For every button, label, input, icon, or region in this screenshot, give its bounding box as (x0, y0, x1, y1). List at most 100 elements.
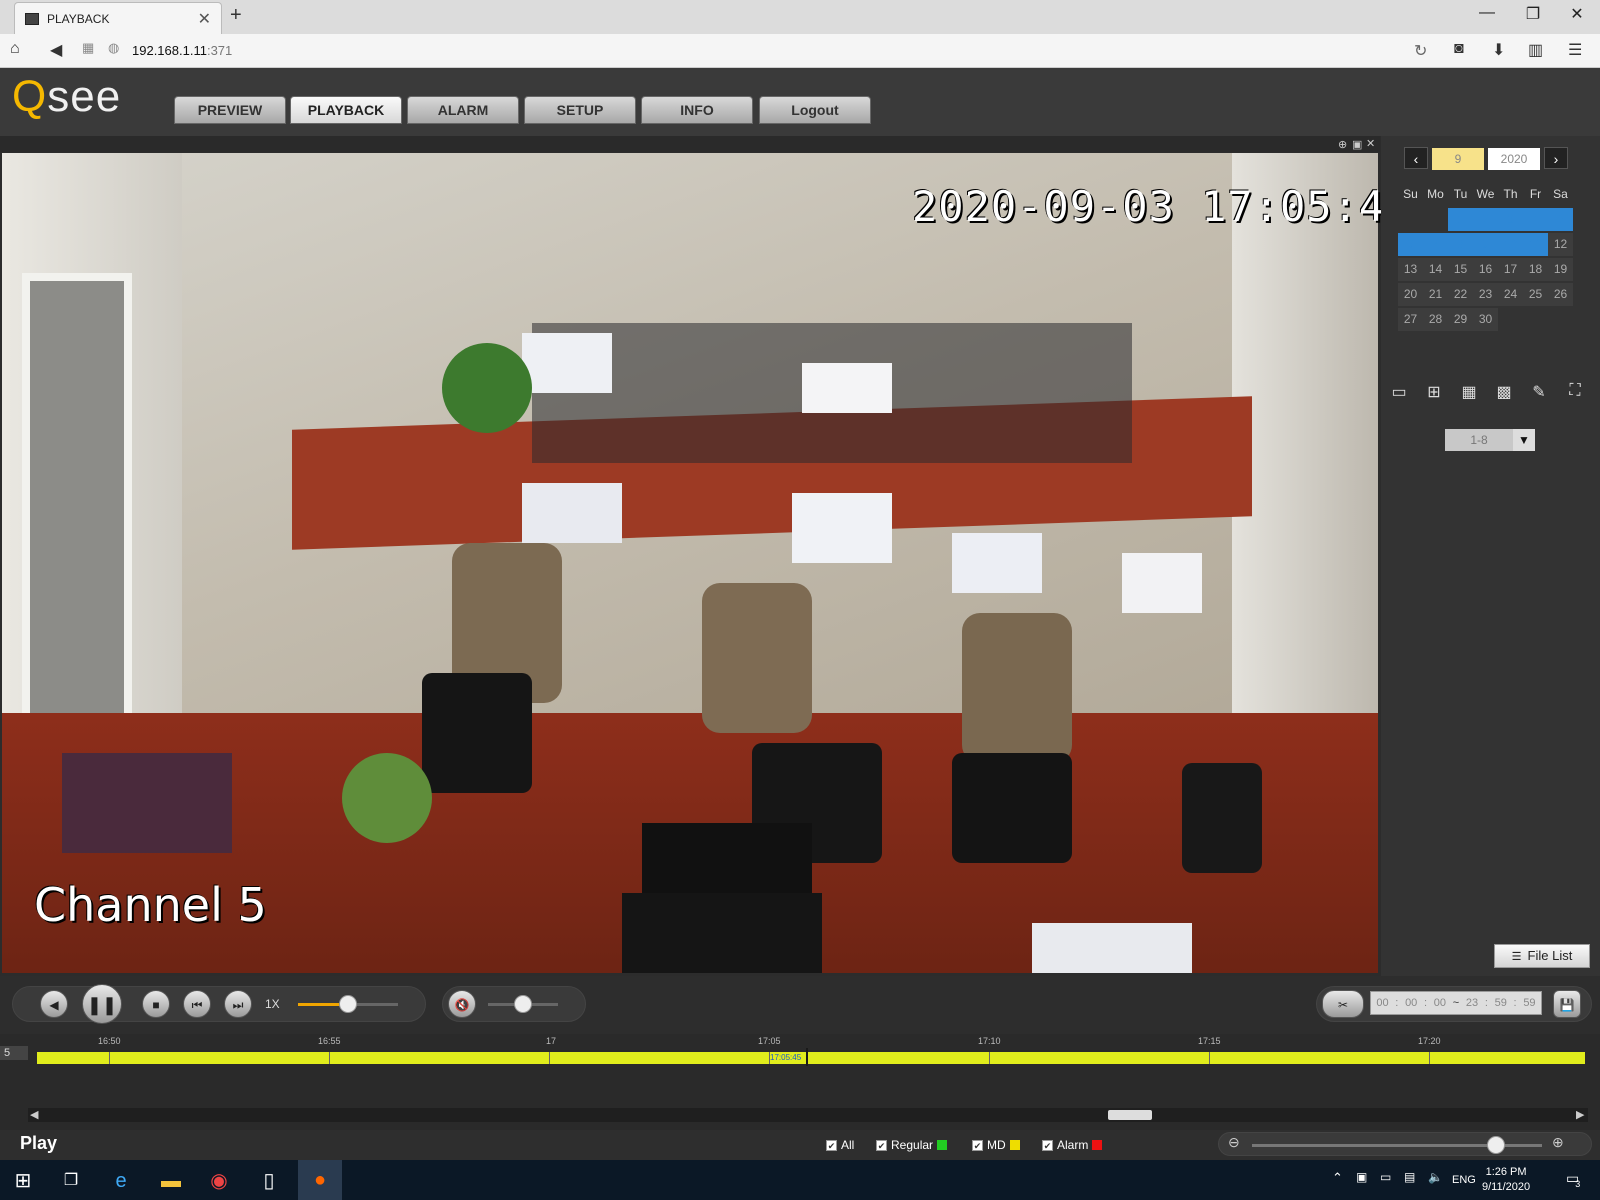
minimize-icon[interactable]: — (1472, 4, 1502, 22)
calendar-day[interactable]: 13 (1398, 258, 1423, 281)
calendar-day[interactable]: 17 (1498, 258, 1523, 281)
site-security-icon[interactable]: ◍ (108, 40, 119, 56)
tray-network-icon[interactable]: ▣ (1356, 1170, 1367, 1184)
tray-monitor-icon[interactable]: ▭ (1380, 1170, 1391, 1184)
calendar-day[interactable]: 28 (1423, 308, 1448, 331)
recording-timeline[interactable] (37, 1052, 1585, 1064)
calendar-year[interactable]: 2020 (1488, 148, 1540, 170)
firefox-icon[interactable]: ● (298, 1160, 342, 1200)
zoom-in-icon[interactable]: ⊕ (1552, 1134, 1564, 1151)
tray-volume-icon[interactable]: 🔈 (1428, 1170, 1443, 1184)
calendar-day[interactable]: 3 (1498, 208, 1523, 231)
calendar-day[interactable]: 30 (1473, 308, 1498, 331)
calendar-day[interactable]: 25 (1523, 283, 1548, 306)
filter-md[interactable]: ✔ MD (972, 1138, 1020, 1152)
calendar-day[interactable]: 12 (1548, 233, 1573, 256)
language-indicator[interactable]: ENG (1452, 1174, 1476, 1186)
reload-icon[interactable]: ↻ (1414, 41, 1427, 61)
notification-center-icon[interactable]: ▭3 (1566, 1170, 1584, 1189)
layout-9-icon[interactable]: ▦ (1456, 382, 1482, 402)
channel-group-select[interactable]: 1-8 (1445, 429, 1513, 451)
zoom-out-icon[interactable]: ⊖ (1228, 1134, 1240, 1151)
layout-16-icon[interactable]: ▩ (1491, 382, 1517, 402)
calendar-month[interactable]: 9 (1432, 148, 1484, 170)
calendar-day[interactable]: 4 (1523, 208, 1548, 231)
play-reverse-icon[interactable]: ◀ (40, 990, 68, 1018)
save-icon[interactable]: 💾 (1553, 990, 1581, 1018)
calendar-day[interactable]: 29 (1448, 308, 1473, 331)
tab-logout[interactable]: Logout (759, 96, 871, 124)
menu-icon[interactable]: ☰ (1568, 40, 1582, 60)
next-frame-icon[interactable]: ⏭ (224, 990, 252, 1018)
calendar-day[interactable]: 18 (1523, 258, 1548, 281)
calendar-day[interactable]: 1 (1448, 208, 1473, 231)
notepad-icon[interactable]: ▯ (252, 1166, 286, 1196)
previous-frame-icon[interactable]: ⏮ (183, 990, 211, 1018)
pocket-icon[interactable]: ◙ (1454, 40, 1464, 58)
scrollbar-thumb[interactable] (1108, 1110, 1152, 1120)
tab-preview[interactable]: PREVIEW (174, 96, 286, 124)
calendar-day[interactable]: 7 (1423, 233, 1448, 256)
download-icon[interactable]: ⬇ (1492, 40, 1505, 60)
tab-close-icon[interactable]: ✕ (198, 9, 211, 29)
file-explorer-icon[interactable]: ▬ (154, 1166, 188, 1196)
calendar-day[interactable]: 8 (1448, 233, 1473, 256)
calendar-day[interactable]: 16 (1473, 258, 1498, 281)
next-month-button[interactable]: › (1544, 147, 1568, 169)
layout-4-icon[interactable]: ⊞ (1421, 382, 1447, 402)
calendar-day[interactable]: 2 (1473, 208, 1498, 231)
tab-alarm[interactable]: ALARM (407, 96, 519, 124)
zoom-icon[interactable]: ⊕ (1338, 138, 1347, 151)
taskbar-clock[interactable]: 1:26 PM 9/11/2020 (1482, 1165, 1530, 1195)
camera-video-feed[interactable] (2, 153, 1378, 973)
fullscreen-icon[interactable]: ⛶ (1562, 382, 1588, 402)
page-info-icon[interactable]: ▦ (82, 40, 94, 56)
calendar-day[interactable]: 14 (1423, 258, 1448, 281)
snapshot-icon[interactable]: ▣ (1352, 138, 1362, 151)
file-list-button[interactable]: ☰ File List (1494, 944, 1590, 968)
pause-icon[interactable]: ❚❚ (82, 984, 122, 1024)
calendar-day[interactable]: 6 (1398, 233, 1423, 256)
browser-tab[interactable]: PLAYBACK ✕ (14, 2, 222, 34)
prev-month-button[interactable]: ‹ (1404, 147, 1428, 169)
close-video-icon[interactable]: ✕ (1366, 137, 1375, 150)
calendar-day[interactable]: 26 (1548, 283, 1573, 306)
clip-cut-icon[interactable]: ✂ (1322, 990, 1364, 1018)
layout-1-icon[interactable]: ▭ (1386, 382, 1412, 402)
mute-icon[interactable]: 🔇 (448, 990, 476, 1018)
scroll-left-icon[interactable]: ◀ (30, 1108, 38, 1121)
new-tab-icon[interactable]: + (230, 4, 242, 27)
restore-icon[interactable]: ❐ (1518, 4, 1548, 24)
filter-regular[interactable]: ✔ Regular (876, 1138, 948, 1152)
calendar-day[interactable]: 21 (1423, 283, 1448, 306)
edit-icon[interactable]: ✎ (1526, 382, 1552, 402)
edge-icon[interactable]: e (104, 1166, 138, 1196)
calendar-day[interactable]: 19 (1548, 258, 1573, 281)
filter-all[interactable]: ✔ All (826, 1138, 854, 1152)
calendar-day[interactable]: 23 (1473, 283, 1498, 306)
calendar-day[interactable]: 10 (1498, 233, 1523, 256)
calendar-day[interactable]: 11 (1523, 233, 1548, 256)
calendar-day[interactable]: 15 (1448, 258, 1473, 281)
task-view-icon[interactable]: ❐ (54, 1166, 88, 1196)
calendar-day[interactable]: 22 (1448, 283, 1473, 306)
timeline-cursor[interactable] (806, 1048, 808, 1066)
tray-app-icon[interactable]: ▤ (1404, 1170, 1415, 1184)
tab-setup[interactable]: SETUP (524, 96, 636, 124)
tab-playback[interactable]: PLAYBACK (290, 96, 402, 124)
window-close-icon[interactable]: ✕ (1562, 4, 1592, 24)
zoom-slider-handle[interactable] (1486, 1136, 1505, 1154)
calendar-day[interactable]: 9 (1473, 233, 1498, 256)
calendar-day[interactable]: 27 (1398, 308, 1423, 331)
volume-slider-handle[interactable] (514, 995, 532, 1013)
filter-alarm[interactable]: ✔ Alarm (1042, 1138, 1103, 1152)
back-icon[interactable]: ◀ (50, 40, 62, 60)
stop-icon[interactable]: ■ (142, 990, 170, 1018)
windows-start-icon[interactable]: ⊞ (6, 1166, 40, 1196)
speed-slider-handle[interactable] (339, 995, 357, 1013)
calendar-day[interactable]: 20 (1398, 283, 1423, 306)
chrome-icon[interactable]: ◉ (202, 1166, 236, 1196)
home-icon[interactable]: ⌂ (10, 40, 20, 58)
time-range-input[interactable]: 00:00:00 ~ 23:59:59 (1370, 991, 1542, 1015)
address-bar[interactable]: 192.168.1.11:371 (132, 43, 232, 58)
